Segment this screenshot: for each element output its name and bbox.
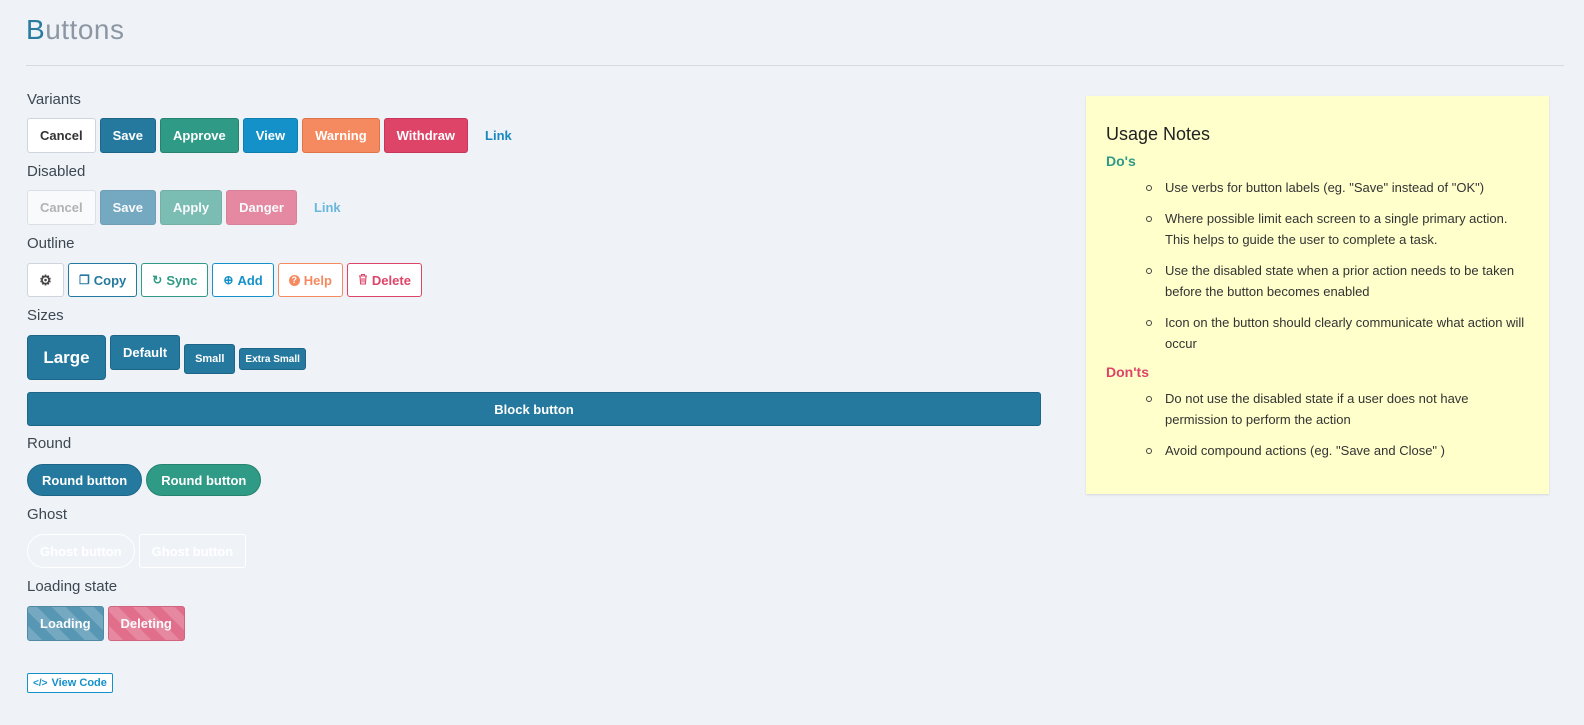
list-item: Use verbs for button labels (eg. "Save" … — [1146, 177, 1529, 198]
add-button[interactable]: ⊕ Add — [212, 263, 274, 297]
loading-row: Loading Deleting — [27, 606, 189, 641]
view-code-button[interactable]: </> View Code — [27, 673, 113, 693]
disabled-row: Cancel Save Apply Danger Link — [27, 190, 358, 225]
view-button[interactable]: View — [242, 118, 299, 153]
disabled-danger-button: Danger — [226, 190, 297, 225]
trash-icon — [358, 273, 368, 287]
list-item: Icon on the button should clearly commun… — [1146, 312, 1529, 354]
refresh-icon: ↻ — [152, 273, 163, 287]
gear-icon: ⚙ — [39, 272, 52, 288]
page-title: Buttons — [26, 14, 124, 46]
help-button[interactable]: ? Help — [277, 263, 343, 297]
sync-button[interactable]: ↻ Sync — [141, 263, 209, 297]
delete-button[interactable]: Delete — [346, 263, 422, 297]
title-divider — [26, 65, 1564, 66]
sizes-row: Large Default Small Extra Small — [27, 335, 310, 380]
disabled-cancel-button: Cancel — [27, 190, 96, 225]
ghost-round-button[interactable]: Ghost button — [27, 534, 135, 568]
list-item: Use the disabled state when a prior acti… — [1146, 260, 1529, 302]
list-item: Avoid compound actions (eg. "Save and Cl… — [1146, 440, 1529, 461]
withdraw-button[interactable]: Withdraw — [383, 118, 469, 153]
add-label: Add — [237, 272, 263, 288]
round-success-button[interactable]: Round button — [146, 464, 262, 496]
deleting-button: Deleting — [107, 606, 185, 641]
dos-heading: Do's — [1106, 153, 1136, 169]
round-row: Round button Round button — [27, 464, 265, 496]
list-item: Do not use the disabled state if a user … — [1146, 388, 1529, 430]
small-button[interactable]: Small — [184, 344, 236, 374]
section-label-loading: Loading state — [27, 578, 118, 595]
list-item: Where possible limit each screen to a si… — [1146, 208, 1529, 250]
copy-icon: ❐ — [79, 273, 90, 287]
code-icon: </> — [33, 677, 48, 689]
copy-label: Copy — [93, 272, 127, 288]
section-label-ghost: Ghost — [27, 506, 68, 523]
round-primary-button[interactable]: Round button — [27, 464, 143, 496]
view-code-label: View Code — [51, 677, 107, 689]
plus-circle-icon: ⊕ — [223, 273, 234, 287]
page-title-initial: B — [26, 14, 46, 45]
question-circle-icon: ? — [288, 274, 300, 286]
warning-button[interactable]: Warning — [302, 118, 380, 153]
delete-label: Delete — [371, 272, 411, 288]
large-button[interactable]: Large — [27, 335, 106, 380]
settings-button[interactable]: ⚙ — [27, 263, 64, 297]
disabled-apply-button: Apply — [160, 190, 223, 225]
approve-button[interactable]: Approve — [160, 118, 239, 153]
ghost-button[interactable]: Ghost button — [138, 534, 247, 568]
extra-small-button[interactable]: Extra Small — [239, 348, 306, 370]
donts-heading: Don'ts — [1106, 364, 1149, 380]
section-label-outline: Outline — [27, 235, 75, 252]
outline-row: ⚙ ❐ Copy ↻ Sync ⊕ Add ? Help Delete — [27, 263, 426, 297]
donts-list: Do not use the disabled state if a user … — [1106, 388, 1529, 461]
section-label-sizes: Sizes — [27, 307, 64, 324]
page-title-rest: uttons — [45, 14, 125, 45]
usage-notes-panel: Usage Notes Do's Use verbs for button la… — [1086, 96, 1549, 494]
section-label-disabled: Disabled — [27, 163, 86, 180]
section-label-variants: Variants — [27, 91, 81, 108]
default-button[interactable]: Default — [110, 335, 181, 370]
dos-list: Use verbs for button labels (eg. "Save" … — [1106, 177, 1529, 354]
block-button[interactable]: Block button — [27, 392, 1041, 426]
link-button[interactable]: Link — [472, 118, 525, 153]
disabled-link-button: Link — [301, 190, 354, 225]
save-button[interactable]: Save — [99, 118, 157, 153]
cancel-button[interactable]: Cancel — [27, 118, 96, 153]
disabled-save-button: Save — [99, 190, 157, 225]
section-label-round: Round — [27, 435, 72, 452]
variants-row: Cancel Save Approve View Warning Withdra… — [27, 118, 529, 153]
usage-notes-title: Usage Notes — [1106, 124, 1211, 144]
sync-label: Sync — [166, 272, 198, 288]
loading-button: Loading — [27, 606, 104, 641]
copy-button[interactable]: ❐ Copy — [68, 263, 138, 297]
help-label: Help — [303, 272, 332, 288]
ghost-row: Ghost button Ghost button — [27, 534, 250, 568]
